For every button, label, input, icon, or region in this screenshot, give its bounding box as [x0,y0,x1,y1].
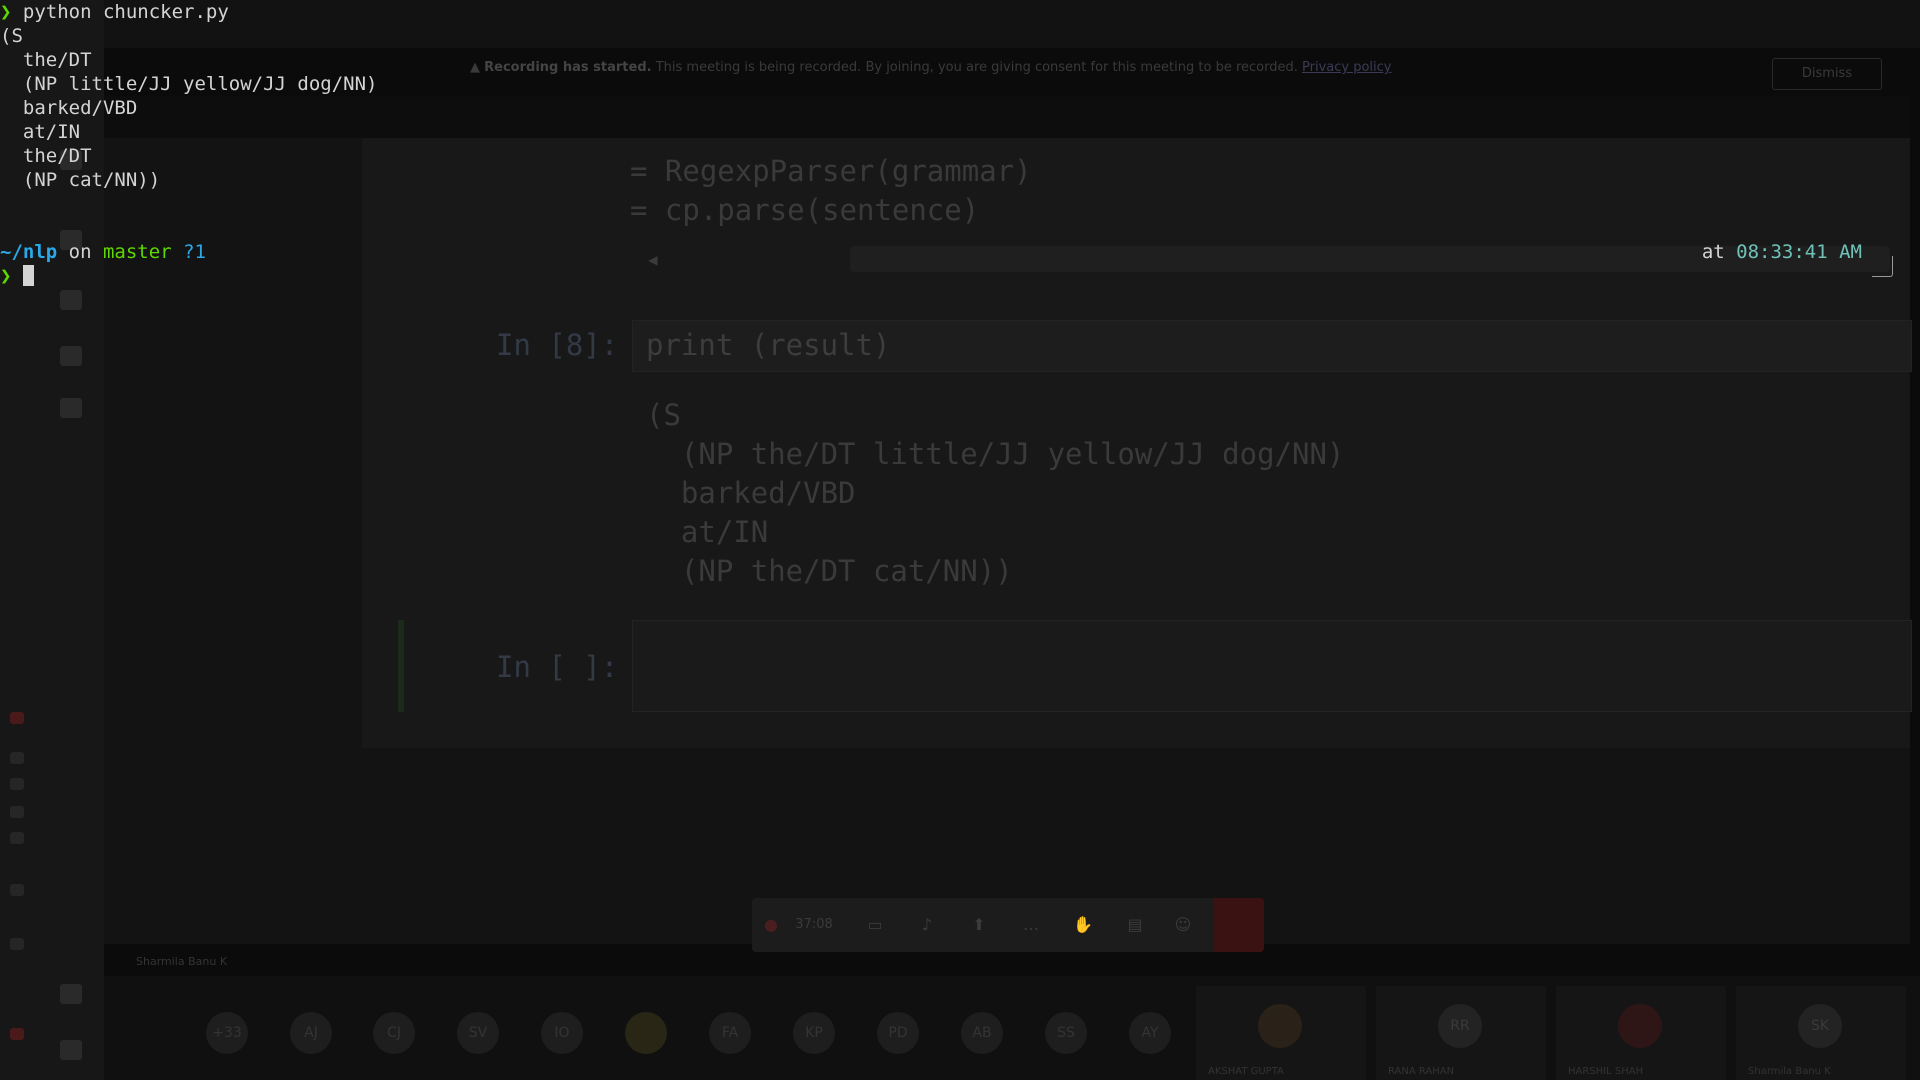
participant-avatar[interactable]: AB [961,1012,1003,1054]
command-line: ❯ python chuncker.py [0,0,229,24]
cell-prompt: In [8]: [496,328,619,362]
help-icon[interactable] [60,1040,82,1060]
participant-video [1258,1004,1302,1048]
participants-icon[interactable]: ☺ [1172,914,1194,936]
calls-icon[interactable] [60,346,82,366]
output-line: (NP cat/NN)) [0,169,161,191]
participant-name: HARSHIL SHAH [1568,1066,1644,1077]
apps-icon[interactable] [60,984,82,1004]
empty-code-cell[interactable] [632,620,1912,712]
tray-app-icon[interactable] [10,712,24,724]
output-line: at/IN [0,121,81,143]
output-line: the/DT [0,145,92,167]
prompt-symbol: ❯ [0,265,12,287]
git-status: ?1 [171,241,206,263]
participant-avatar[interactable]: CJ [373,1012,415,1054]
command-text: python chuncker.py [22,1,229,23]
clock-time: 08:33:41 AM [1736,241,1862,263]
more-actions-icon[interactable]: … [1020,914,1042,936]
meeting-controls: ● 37:08 ▭ ♪ ⬆ … ✋ ▤ ☺ [752,898,1264,952]
participant-avatar[interactable]: IO [541,1012,583,1054]
prompt-info-line: ~/nlp on master ?1 [0,240,206,264]
share-screen-icon[interactable]: ⬆ [968,914,990,936]
mic-off-icon[interactable]: ♪ [916,914,938,936]
at-word: at [1701,241,1737,263]
cell-output-line: (S [646,398,681,432]
cell-output-line: at/IN [646,515,769,549]
participant-avatar[interactable]: PD [877,1012,919,1054]
raise-hand-icon[interactable]: ✋ [1072,914,1094,936]
tray-app-icon[interactable] [10,752,24,764]
participant-avatar: RR [1438,1004,1482,1048]
tray-app-icon[interactable] [10,1028,24,1040]
participant-avatar[interactable]: FA [709,1012,751,1054]
participant-name: RANA RAHAN [1388,1066,1455,1077]
output-line: (S [0,25,23,47]
cell-output-line: barked/VBD [646,476,856,510]
hang-up-button[interactable] [1214,898,1264,952]
cwd: nlp [22,241,58,263]
terminal-window[interactable]: ❯ python chuncker.py (S the/DT (NP littl… [0,0,1920,300]
camera-off-icon[interactable]: ▭ [864,914,886,936]
participant-video [1618,1004,1662,1048]
cell-output-line: (NP the/DT little/JJ yellow/JJ dog/NN) [646,437,1345,471]
tray-app-icon[interactable] [10,806,24,818]
input-line[interactable]: ❯ [0,264,34,288]
tray-app-icon[interactable] [10,832,24,844]
output-line: (NP little/JJ yellow/JJ dog/NN) [0,73,378,95]
participant-avatar[interactable] [625,1012,667,1054]
tray-app-icon[interactable] [10,884,24,896]
participant-avatar[interactable]: AJ [290,1012,332,1054]
participant-avatar[interactable]: SV [457,1012,499,1054]
cwd-prefix: ~/ [0,241,23,263]
chat-icon[interactable]: ▤ [1124,914,1146,936]
text-cursor [22,265,34,286]
meeting-timer: 37:08 [795,917,833,932]
participant-tile[interactable]: RR RANA RAHAN [1376,986,1546,1080]
git-branch: master [102,241,172,263]
participant-name: AKSHAT GUPTA [1208,1066,1284,1077]
active-cell-indicator [398,620,404,712]
presenter-label: Sharmila Banu K [136,955,228,968]
on-word: on [57,241,103,263]
participant-name: Sharmila Banu K [1748,1066,1831,1077]
output-line: barked/VBD [0,97,138,119]
cell-prompt: In [ ]: [496,650,619,684]
tray-app-icon[interactable] [10,938,24,950]
participant-avatar[interactable]: SS [1045,1012,1087,1054]
files-icon[interactable] [60,398,82,418]
participant-avatar[interactable]: +33 [206,1012,248,1054]
tray-app-icon[interactable] [10,778,24,790]
participant-avatar: SK [1798,1004,1842,1048]
right-prompt: at 08:33:41 AM [1702,240,1862,264]
recording-icon: ● [764,915,778,934]
cell-output-line: (NP the/DT cat/NN)) [646,554,1013,588]
participant-tile[interactable]: SK Sharmila Banu K [1736,986,1906,1080]
participant-avatar[interactable]: AY [1129,1012,1171,1054]
prompt-symbol: ❯ [0,1,12,23]
window-corner [1872,256,1893,277]
participant-tile[interactable]: HARSHIL SHAH [1556,986,1726,1080]
participant-avatar[interactable]: KP [793,1012,835,1054]
participant-tile[interactable]: AKSHAT GUPTA [1196,986,1366,1080]
output-line: the/DT [0,49,92,71]
cell-code: print (result) [646,328,891,362]
